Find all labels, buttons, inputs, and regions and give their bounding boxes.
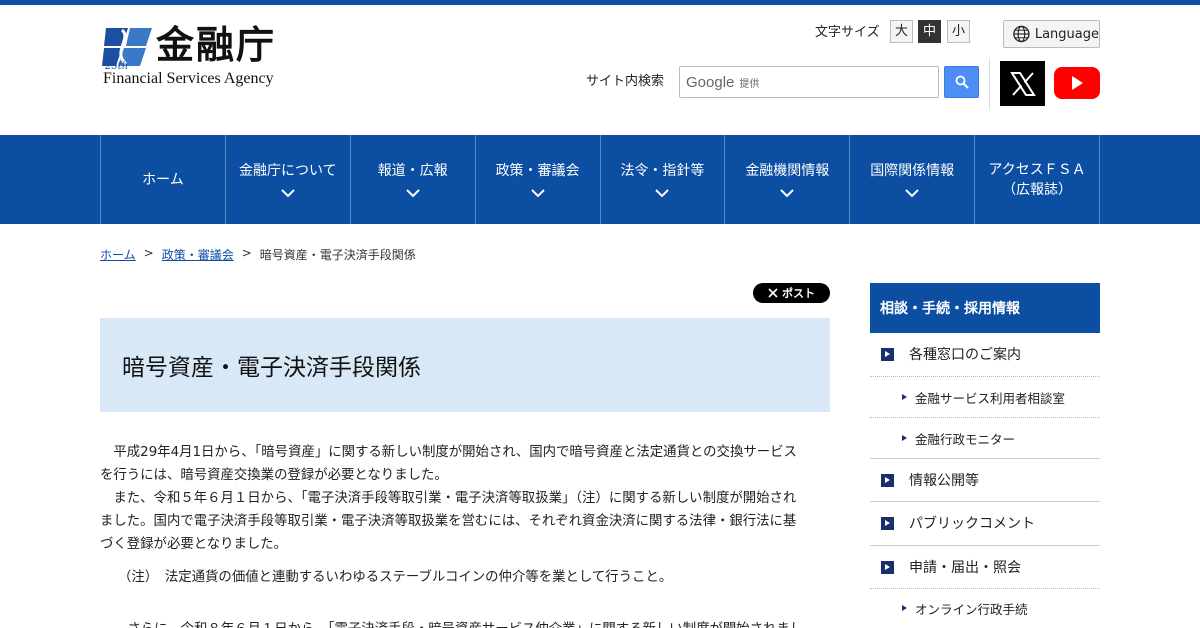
sidebar-heading[interactable]: 相談・手続・採用情報 (870, 283, 1100, 333)
sidebar-divider (870, 588, 1100, 589)
body-paragraph-line: ました。国内で電子決済手段等取引業・電子決済等取扱業を営むには、それぞれ資金決済… (100, 514, 797, 529)
body-paragraph-line: 平成29年4月1日から、「暗号資産」に関する新しい制度が開始され、国内で暗号資産… (100, 445, 797, 460)
body-paragraph-line: を行うには、暗号資産交換業の登録が必要となりました。 (100, 468, 448, 483)
triangle-bullet-icon (902, 435, 907, 441)
body-paragraph-line: づく登録が必要となりました。 (100, 537, 288, 552)
nav-item-label: 金融庁について (239, 163, 337, 179)
chevron-down-icon (405, 189, 420, 198)
youtube-icon (1072, 76, 1083, 90)
logo-english-text: Financial Services Agency (103, 70, 274, 87)
youtube-social-link[interactable] (1054, 67, 1100, 99)
nav-item-policy[interactable]: 政策・審議会 (476, 135, 601, 224)
nav-item-access-fsa[interactable]: アクセスＦＳＡ （広報誌） (975, 135, 1100, 224)
sidebar-subitem-online[interactable]: オンライン行政手続 (870, 599, 1100, 617)
nav-item-label: 政策・審議会 (495, 163, 580, 179)
sidebar-divider (870, 545, 1100, 546)
sidebar-divider (870, 417, 1100, 418)
font-size-large-button[interactable]: 大 (890, 20, 913, 43)
sidebar-item-label: 各種窓口のご案内 (909, 347, 1021, 363)
breadcrumb-current: 暗号資産・電子決済手段関係 (259, 248, 416, 262)
breadcrumb-separator: > (241, 246, 252, 260)
sidebar-item-applications[interactable]: 申請・届出・照会 (870, 557, 1100, 577)
nav-item-label-sub: （広報誌） (1002, 181, 1073, 198)
sidebar-item-public-comment[interactable]: パブリックコメント (870, 513, 1100, 533)
google-provided-text: 提供 (739, 78, 760, 90)
x-logo-icon (1009, 71, 1036, 96)
nav-item-label: 国際関係情報 (870, 163, 955, 179)
square-arrow-icon (881, 516, 894, 530)
sidebar-item-label: パブリックコメント (909, 516, 1035, 532)
font-size-label: 文字サイズ (815, 25, 880, 40)
square-arrow-icon (881, 560, 894, 574)
font-size-small-button[interactable]: 小 (947, 20, 970, 43)
square-arrow-icon (881, 473, 894, 487)
chevron-down-icon (780, 189, 795, 198)
nav-item-label: 法令・指針等 (620, 163, 705, 179)
nav-item-home[interactable]: ホーム (101, 135, 226, 224)
site-logo[interactable]: 25th 金融庁 Financial Services Agency (100, 22, 300, 92)
nav-item-label: 金融機関情報 (745, 163, 830, 179)
top-accent-stripe (0, 0, 1200, 5)
nav-item-laws[interactable]: 法令・指針等 (601, 135, 726, 224)
page-title: 暗号資産・電子決済手段関係 (122, 355, 421, 381)
sidebar-subitem-monitor[interactable]: 金融行政モニター (870, 429, 1100, 447)
sidebar-subitem-consumer-desk[interactable]: 金融サービス利用者相談室 (870, 388, 1100, 406)
sidebar-subitem-label: 金融行政モニター (915, 431, 1016, 447)
body-paragraph-line: さらに、令和８年６月１日から、「電子決済手段・暗号資産サービス仲介業」に関する新… (114, 617, 803, 628)
x-post-button[interactable]: ポスト (753, 283, 830, 303)
logo-japanese-text: 金融庁 (156, 23, 277, 67)
x-small-icon (768, 288, 778, 298)
chevron-down-icon (281, 189, 295, 198)
nav-item-institutions[interactable]: 金融機関情報 (725, 135, 851, 224)
site-search-label: サイト内検索 (586, 74, 665, 89)
chevron-down-icon (655, 189, 670, 198)
sidebar-divider (870, 501, 1100, 502)
svg-text:25th: 25th (104, 61, 128, 70)
page-title-box: 暗号資産・電子決済手段関係 (100, 318, 830, 412)
fsa-logo-mark-icon: 25th (102, 28, 152, 70)
breadcrumb-home-link[interactable]: ホーム (100, 246, 136, 263)
chevron-down-icon (905, 189, 919, 198)
square-arrow-icon (881, 347, 894, 361)
sidebar-subitem-label: オンライン行政手続 (915, 601, 1028, 617)
body-note: （注） 法定通貨の価値と連動するいわゆるステーブルコインの仲介等を業として行うこ… (118, 570, 673, 585)
search-button[interactable] (944, 66, 979, 98)
nav-item-label: ホーム (142, 171, 184, 188)
sidebar-subitem-label: 金融サービス利用者相談室 (915, 390, 1066, 406)
google-brand-text: Google (686, 73, 735, 91)
nav-item-press[interactable]: 報道・広報 (351, 135, 476, 224)
language-button[interactable]: Language (1003, 20, 1100, 48)
body-paragraph-line: また、令和５年６月１日から、「電子決済手段等取引業・電子決済等取扱業」（注）に関… (100, 491, 797, 506)
global-nav: ホーム 金融庁について 報道・広報 政策・審議会 法令・指針等 金融機関情報 国… (0, 135, 1200, 224)
triangle-bullet-icon (902, 394, 907, 400)
sidebar-item-contacts[interactable]: 各種窓口のご案内 (870, 344, 1100, 364)
globe-icon (1013, 25, 1030, 43)
language-label: Language (1034, 26, 1099, 42)
nav-item-about[interactable]: 金融庁について (226, 135, 351, 224)
main-content: 平成29年4月1日から、「暗号資産」に関する新しい制度が開始され、国内で暗号資産… (100, 441, 832, 556)
nav-item-label: アクセスＦＳＡ (988, 161, 1086, 178)
nav-item-international[interactable]: 国際関係情報 (850, 135, 976, 224)
font-size-medium-button[interactable]: 中 (918, 20, 941, 43)
sidebar-item-label: 情報公開等 (909, 473, 979, 489)
sidebar-divider (870, 458, 1100, 459)
sidebar-item-disclosure[interactable]: 情報公開等 (870, 470, 1100, 490)
search-input[interactable]: Google 提供 (679, 66, 939, 98)
triangle-bullet-icon (902, 605, 907, 611)
header-divider (989, 58, 990, 110)
sidebar-divider (870, 376, 1100, 377)
x-social-link[interactable] (1000, 61, 1045, 106)
breadcrumb-parent-link[interactable]: 政策・審議会 (162, 246, 234, 263)
search-icon (955, 75, 969, 89)
sidebar-item-label: 申請・届出・照会 (909, 560, 1021, 576)
nav-item-label: 報道・広報 (377, 163, 448, 179)
breadcrumb-separator: > (143, 246, 154, 260)
post-button-label: ポスト (782, 287, 815, 300)
breadcrumb: ホーム > 政策・審議会 > 暗号資産・電子決済手段関係 (100, 246, 416, 263)
chevron-down-icon (530, 189, 545, 198)
